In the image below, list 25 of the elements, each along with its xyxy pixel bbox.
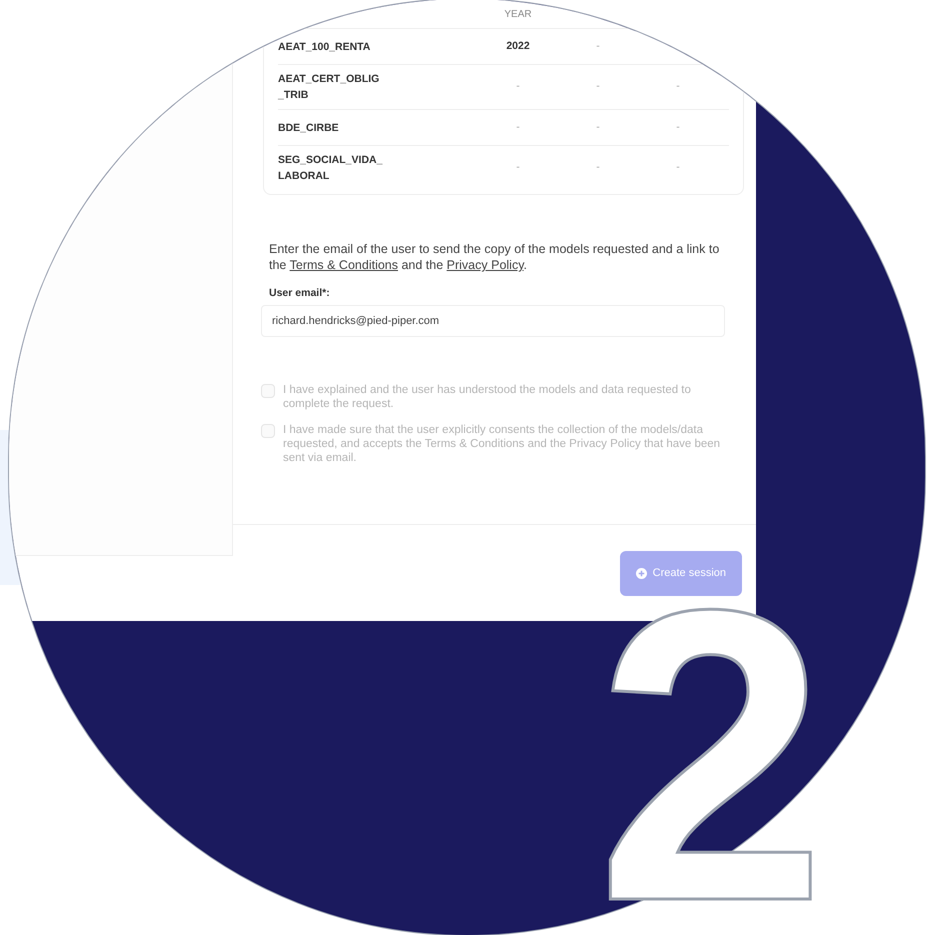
link[interactable]: Privacy Policy: [446, 258, 524, 272]
table-cell: -: [516, 80, 520, 92]
link[interactable]: Terms & Conditions: [290, 258, 398, 272]
table-cell: 2022: [506, 40, 530, 52]
model-name: SEG_SOCIAL_VIDA_ LABORAL: [278, 154, 382, 182]
email-field[interactable]: richard.hendricks@pied-piper.com: [261, 304, 725, 337]
model-name: AEAT_100_RENTA: [278, 40, 370, 52]
table-cell: -: [676, 120, 680, 133]
table-cell: -: [676, 161, 680, 174]
consent-text: I have explained and the user has understood the models and data requested to complete the request.: [283, 382, 692, 411]
email-label: User email*:: [269, 286, 331, 301]
table-cell: -: [516, 161, 520, 174]
table-cell: -: [516, 120, 520, 133]
consent-text: I have made sure that the user explicitly consents the collection of the models/data requested, and accepts the Terms & Conditions and the Privacy Policy that have been sent via email.: [283, 422, 722, 465]
model-name: AEAT_CERT_OBLIG _TRIB: [278, 73, 380, 101]
table-cell: -: [596, 80, 600, 92]
table-cell: -: [676, 80, 680, 92]
step-number: 2: [596, 606, 827, 905]
table-cell: -: [596, 40, 600, 52]
column-header: YEAR: [503, 8, 533, 22]
table-cell: -: [596, 161, 600, 174]
plus-circle-icon: [636, 568, 647, 579]
model-name: BDE_CIRBE: [278, 122, 339, 134]
instructions-text: Enter the email of the user to send the copy of the models requested and a link to the Terms & Conditions and the Privacy Policy.: [269, 241, 720, 273]
table-cell: -: [596, 120, 600, 133]
